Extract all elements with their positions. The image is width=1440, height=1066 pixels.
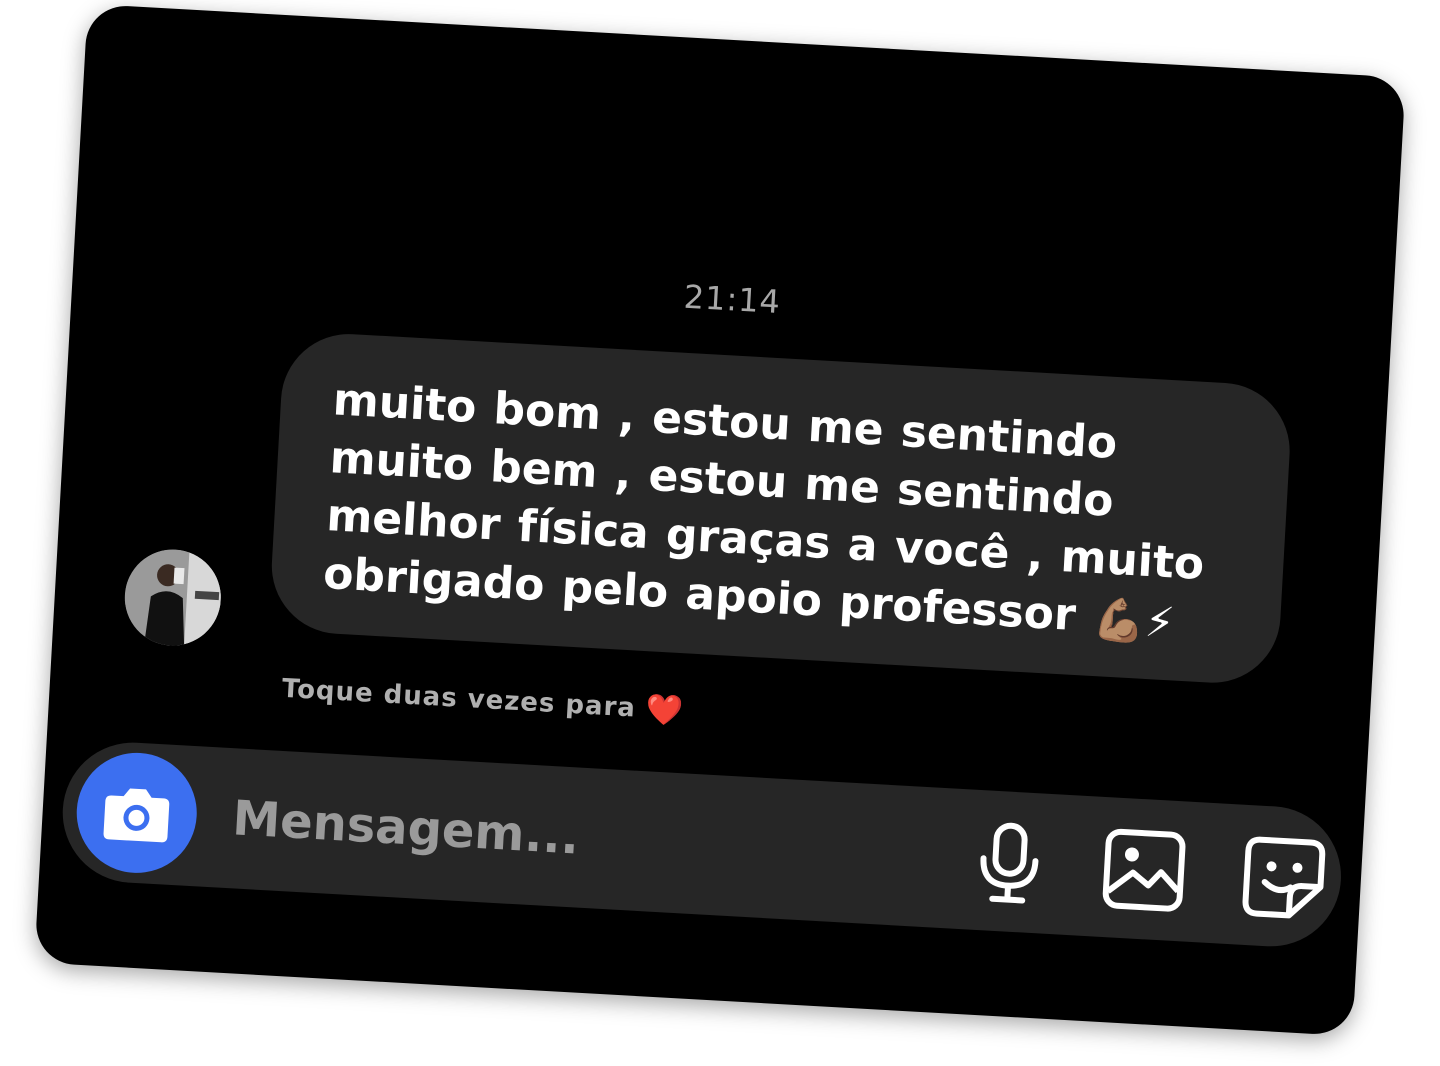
message-composer: Mensagem... [58,738,1345,951]
message-timestamp: 21:14 [682,277,782,322]
microphone-icon [980,822,1039,904]
message-emojis: 💪🏽⚡ [1091,594,1176,648]
heart-icon: ❤️ [644,692,686,730]
avatar-photo [122,546,224,649]
message-input[interactable]: Mensagem... [231,786,794,881]
screenshot-stage: 21:14 muito bom , estou me sentindo muit… [0,0,1440,1066]
chat-screen: 21:14 muito bom , estou me sentindo muit… [34,3,1406,1037]
camera-icon [103,788,170,843]
double-tap-hint: Toque duas vezes para ❤️ [281,672,685,729]
camera-button[interactable] [73,749,200,877]
gallery-button[interactable] [1099,825,1190,916]
message-text: muito bom , estou me sentindo muito bem … [322,371,1242,655]
sticker-button[interactable] [1239,833,1330,924]
sender-avatar[interactable] [122,546,224,649]
double-tap-hint-text: Toque duas vezes para [281,673,637,724]
sticker-icon [1242,836,1326,919]
received-message-bubble[interactable]: muito bom , estou me sentindo muito bem … [268,330,1294,687]
image-gallery-icon [1102,828,1186,912]
message-body: muito bom , estou me sentindo muito bem … [321,374,1206,641]
microphone-button[interactable] [964,817,1055,908]
